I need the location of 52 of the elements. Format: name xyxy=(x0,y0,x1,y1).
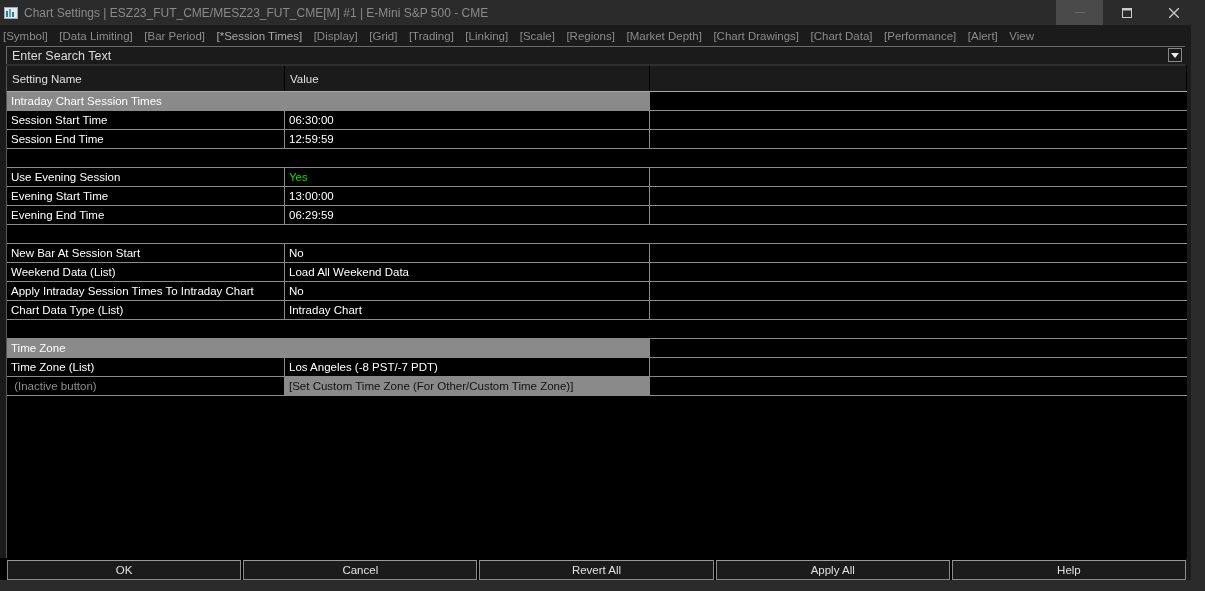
menu-tab[interactable]: [Linking] xyxy=(465,30,509,42)
setting-name: Session Start Time xyxy=(7,111,285,129)
setting-name: Evening Start Time xyxy=(7,187,285,205)
setting-value[interactable]: No xyxy=(285,244,650,262)
window-title: Chart Settings | ESZ23_FUT_CME/MESZ23_FUT_CME[M] #1 | E-Mini S&P 500 - CME xyxy=(24,5,490,20)
menu-tab[interactable]: [Trading] xyxy=(408,30,454,42)
column-header[interactable]: Setting Name xyxy=(7,66,285,91)
setting-name: Session End Time xyxy=(7,130,285,148)
setting-value[interactable]: 12:59:59 xyxy=(285,130,650,148)
setting-value[interactable]: Intraday Chart xyxy=(285,301,650,319)
section-header: Time Zone xyxy=(7,339,650,357)
dialog-button[interactable]: Revert All xyxy=(479,560,714,580)
dialog-button[interactable]: OK xyxy=(7,560,242,580)
column-header[interactable]: Value xyxy=(285,66,650,91)
menu-tab[interactable]: [Performance] xyxy=(884,30,957,42)
dialog-button[interactable]: Cancel xyxy=(243,560,478,580)
menu-tab[interactable]: [Scale] xyxy=(519,30,555,42)
menu-tab[interactable]: [Symbol] xyxy=(3,30,48,42)
menu-tab[interactable]: [Alert] xyxy=(967,30,998,42)
menu-tab[interactable]: [Data Limiting] xyxy=(59,30,133,42)
setting-value[interactable]: 06:30:00 xyxy=(285,111,650,129)
menu-tab[interactable]: [*Session Times] xyxy=(216,30,303,42)
menu-tab[interactable]: [Chart Drawings] xyxy=(713,30,800,42)
menu-tab[interactable]: View xyxy=(1009,30,1035,42)
setting-name: Chart Data Type (List) xyxy=(7,301,285,319)
menu-tab[interactable]: [Grid] xyxy=(369,30,398,42)
setting-value[interactable]: No xyxy=(285,282,650,300)
dialog-button[interactable]: Help xyxy=(951,560,1186,580)
setting-value[interactable]: 06:29:59 xyxy=(285,206,650,224)
setting-name: Evening End Time xyxy=(7,206,285,224)
close-icon xyxy=(1168,7,1179,18)
menu-tab[interactable]: [Chart Data] xyxy=(810,30,873,42)
app-icon xyxy=(4,6,18,19)
setting-value[interactable]: 13:00:00 xyxy=(285,187,650,205)
setting-name: Weekend Data (List) xyxy=(7,263,285,281)
menu-tab[interactable]: [Regions] xyxy=(566,30,615,42)
setting-name: New Bar At Session Start xyxy=(7,244,285,262)
dropdown-button[interactable] xyxy=(1168,48,1182,62)
setting-name: Use Evening Session xyxy=(7,168,285,186)
setting-value[interactable]: Load All Weekend Data xyxy=(285,263,650,281)
setting-name: Apply Intraday Session Times To Intraday Chart xyxy=(7,282,285,300)
menu-tab[interactable]: [Market Depth] xyxy=(626,30,702,42)
caret-icon xyxy=(1171,52,1179,58)
setting-value[interactable]: Yes xyxy=(285,168,650,186)
search-field[interactable]: Enter Search Text xyxy=(6,46,1185,64)
setting-name: Time Zone (List) xyxy=(7,358,285,376)
menu-tab[interactable]: [Bar Period] xyxy=(144,30,205,42)
section-header: Intraday Chart Session Times xyxy=(7,92,650,110)
dialog-button[interactable]: Apply All xyxy=(715,560,950,580)
setting-value[interactable]: Los Angeles (-8 PST/-7 PDT) xyxy=(285,358,650,376)
maximize-icon xyxy=(1121,7,1132,18)
menu-tab[interactable]: [Display] xyxy=(313,30,358,42)
